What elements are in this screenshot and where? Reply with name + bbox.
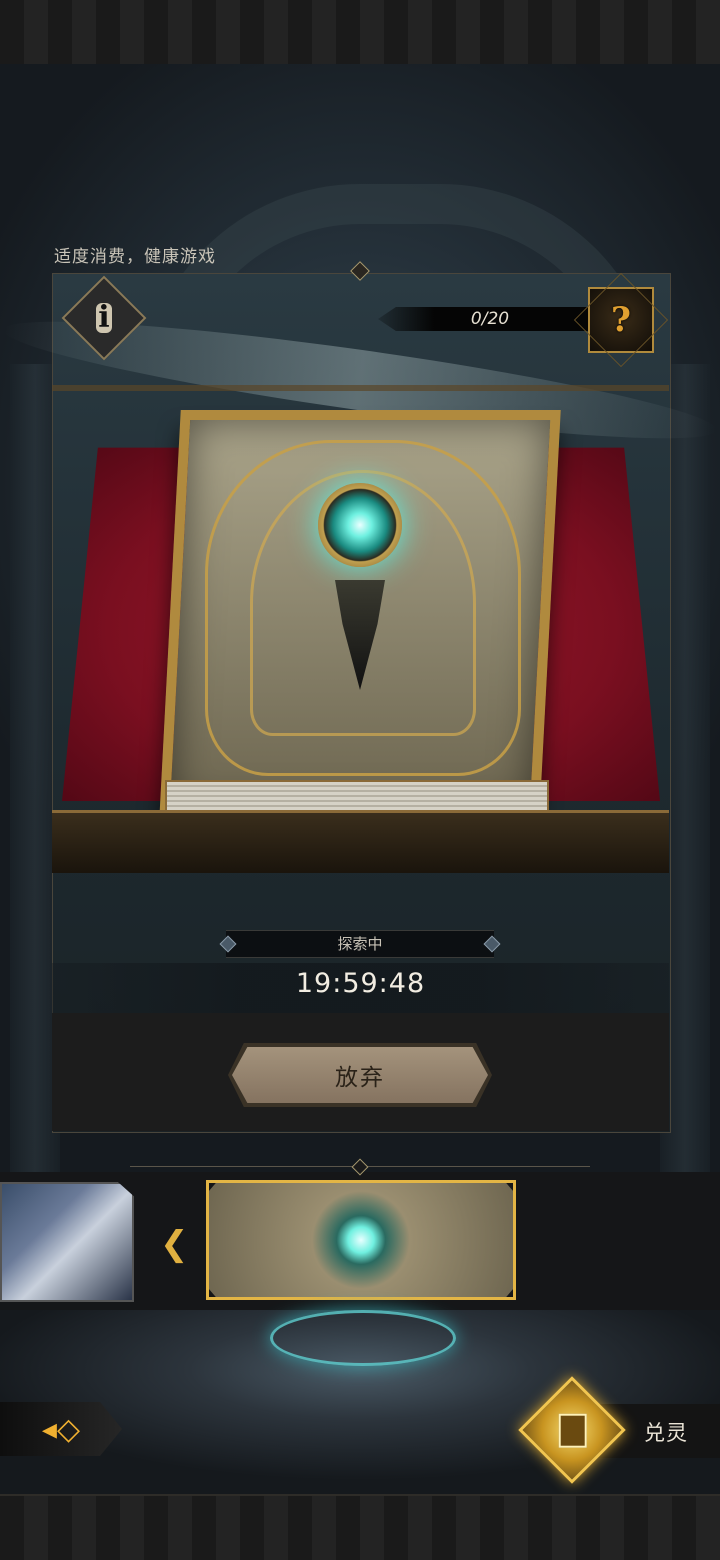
stand-front-rail [52,810,669,873]
mystery-character-button[interactable]: ? [588,287,654,353]
current-card-frame [206,1180,516,1300]
healthy-gaming-notice: 适度消费，健康游戏 [54,247,216,267]
countdown-timer: 19:59:48 [295,968,426,999]
chevron-left-icon[interactable]: ❮ [160,1224,189,1264]
exploring-status: 探索中 [226,930,494,958]
info-icon: i [96,300,112,335]
back-arrow-icon: ◂◇ [41,1411,81,1447]
glowing-gem [318,483,402,567]
question-mark-silhouette-icon: ? [611,300,631,340]
bottom-ornamental-frame [0,1494,720,1560]
altar-glow-ring [270,1310,456,1366]
previous-card-thumbnail[interactable] [0,1182,134,1302]
exchange-label[interactable]: 兑灵 [644,1417,688,1447]
abandon-button[interactable]: 放弃 [232,1047,488,1103]
back-button[interactable]: ◂◇ [0,1402,122,1456]
progress-counter: 0/20 [378,307,602,331]
top-ornamental-frame [0,0,720,66]
